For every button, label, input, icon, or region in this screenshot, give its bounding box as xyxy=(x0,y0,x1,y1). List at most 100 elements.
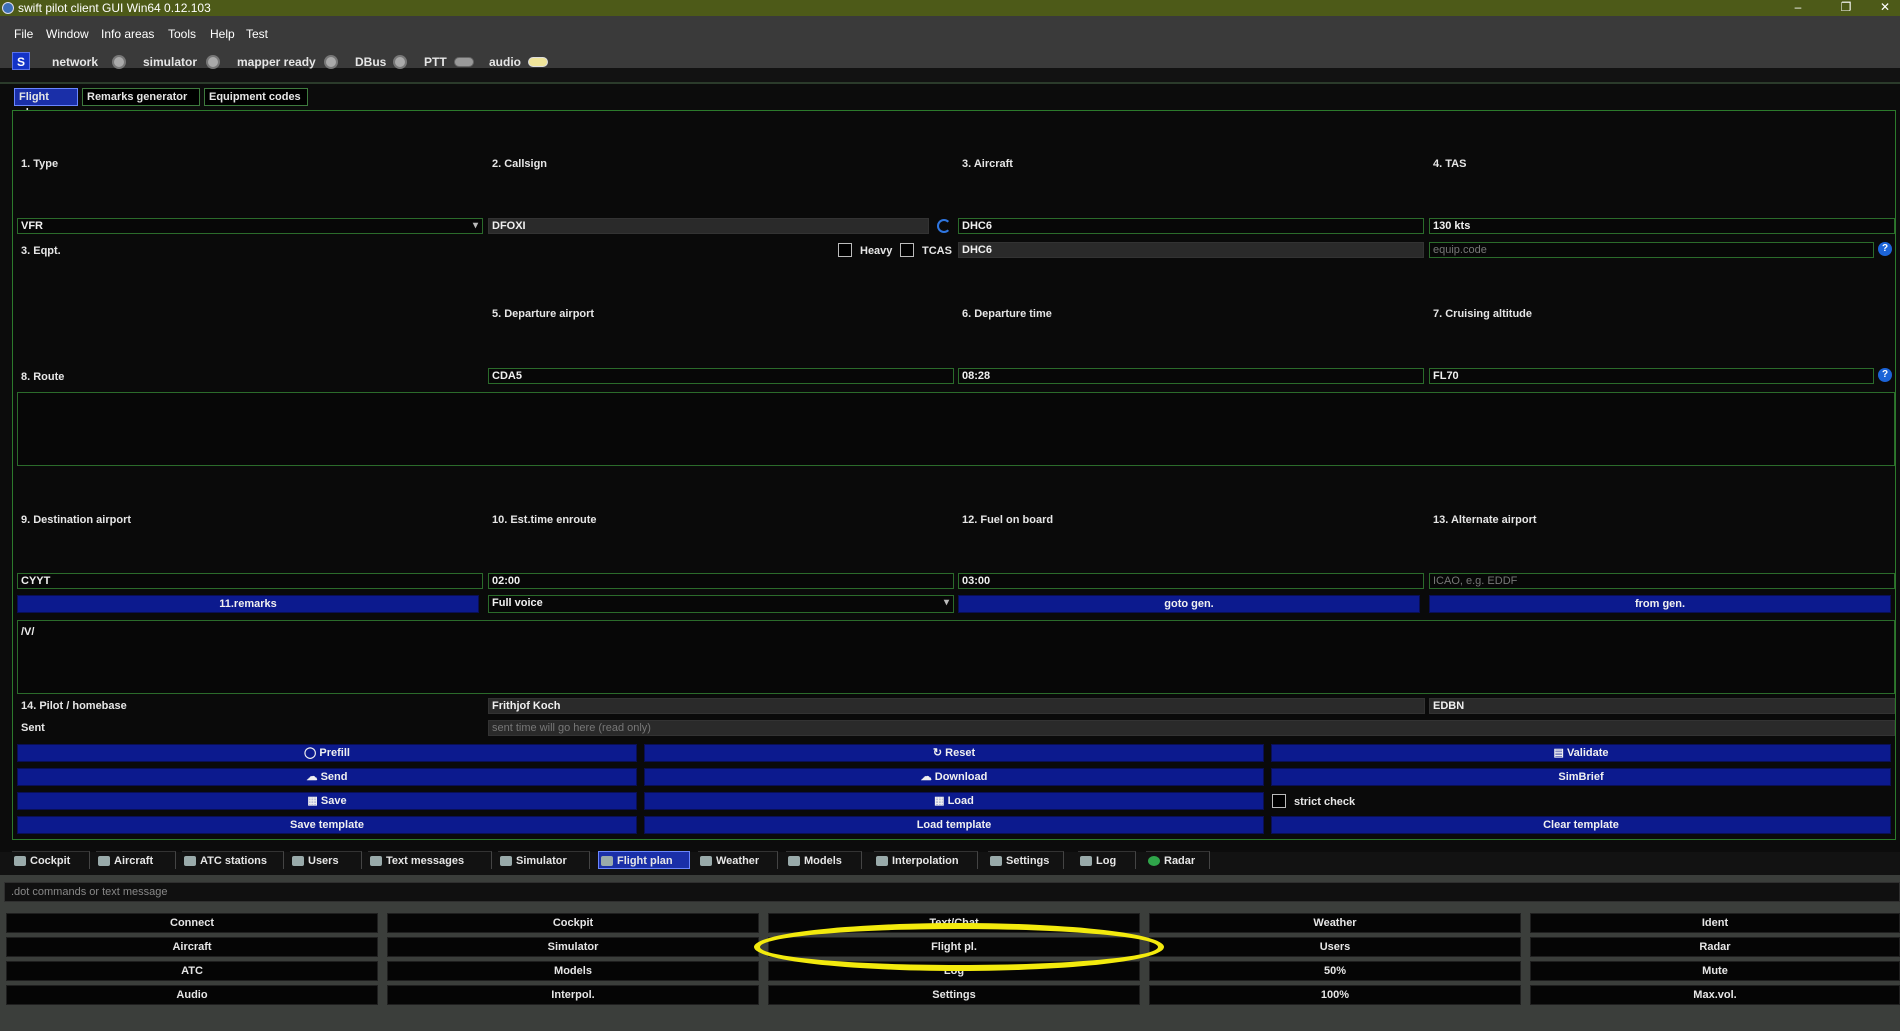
minimize-button[interactable]: – xyxy=(1778,0,1818,16)
tab-aircraft[interactable]: Aircraft xyxy=(96,851,176,869)
aircraft-icon xyxy=(98,856,110,867)
users-button[interactable]: Users xyxy=(1149,937,1521,957)
aircraft-button[interactable]: Aircraft xyxy=(6,937,378,957)
send-button[interactable]: ☁ Send xyxy=(17,768,637,786)
altitude-input[interactable]: FL70 xyxy=(1429,368,1874,384)
heavy-label: Heavy xyxy=(860,245,893,257)
fuel-input[interactable]: 03:00 xyxy=(958,573,1424,589)
departure-time-input[interactable]: 08:28 xyxy=(958,368,1424,384)
volume-100-button[interactable]: 100% xyxy=(1149,985,1521,1005)
menu-info-areas[interactable]: Info areas xyxy=(101,27,154,41)
restore-button[interactable]: ❐ xyxy=(1826,0,1866,16)
tab-equipment-codes[interactable]: Equipment codes xyxy=(204,88,308,106)
connect-button[interactable]: Connect xyxy=(6,913,378,933)
interpolation-icon xyxy=(876,856,888,867)
flight-plan-icon xyxy=(601,856,613,867)
tab-text-messages-label: Text messages xyxy=(386,855,465,867)
tab-settings[interactable]: Settings xyxy=(988,851,1064,869)
menu-window[interactable]: Window xyxy=(46,27,89,41)
strict-check-checkbox[interactable] xyxy=(1272,794,1286,808)
voice-select[interactable]: Full voice xyxy=(488,595,954,613)
tab-atc-stations[interactable]: ATC stations xyxy=(182,851,284,869)
eqpt-label: 3. Eqpt. xyxy=(21,245,61,257)
interpolation-button[interactable]: Interpol. xyxy=(387,985,759,1005)
ete-input[interactable]: 02:00 xyxy=(488,573,954,589)
sent-time-input: sent time will go here (read only) xyxy=(488,720,1895,736)
tcas-checkbox[interactable] xyxy=(900,243,914,257)
pilot-input[interactable]: Frithjof Koch xyxy=(488,698,1425,714)
menu-tools[interactable]: Tools xyxy=(168,27,196,41)
type-select[interactable]: VFR xyxy=(17,218,483,234)
departure-time-label: 6. Departure time xyxy=(962,308,1052,320)
load-template-button[interactable]: Load template xyxy=(644,816,1264,834)
heavy-checkbox[interactable] xyxy=(838,243,852,257)
tab-text-messages[interactable]: Text messages xyxy=(368,851,492,869)
fuel-label: 12. Fuel on board xyxy=(962,514,1054,526)
tab-interpolation-label: Interpolation xyxy=(892,855,959,867)
reset-button[interactable]: ↻ Reset xyxy=(644,744,1264,762)
save-template-button[interactable]: Save template xyxy=(17,816,637,834)
tab-weather[interactable]: Weather xyxy=(698,851,778,869)
equip-help-icon[interactable]: ? xyxy=(1878,242,1892,256)
tab-radar[interactable]: Radar xyxy=(1146,851,1210,869)
simulator-button[interactable]: Simulator xyxy=(387,937,759,957)
aircraft-label: 3. Aircraft xyxy=(962,158,1013,170)
tab-simulator-label: Simulator xyxy=(516,855,567,867)
remarks-button[interactable]: 11.remarks xyxy=(17,595,479,613)
departure-input[interactable]: CDA5 xyxy=(488,368,954,384)
altitude-help-icon[interactable]: ? xyxy=(1878,368,1892,382)
load-button[interactable]: ▦ Load xyxy=(644,792,1264,810)
cockpit-button[interactable]: Cockpit xyxy=(387,913,759,933)
equip-code-input[interactable]: equip.code xyxy=(1429,242,1874,258)
mute-button[interactable]: Mute xyxy=(1530,961,1900,981)
ident-button[interactable]: Ident xyxy=(1530,913,1900,933)
volume-50-button[interactable]: 50% xyxy=(1149,961,1521,981)
callsign-label: 2. Callsign xyxy=(492,158,548,170)
destination-input[interactable]: CYYT xyxy=(17,573,483,589)
command-input[interactable]: .dot commands or text message xyxy=(4,882,1900,902)
menu-file[interactable]: File xyxy=(14,27,33,41)
models-button[interactable]: Models xyxy=(387,961,759,981)
status-ptt-label: PTT xyxy=(424,55,447,69)
tab-users[interactable]: Users xyxy=(290,851,362,869)
tab-flight-plan[interactable]: Flight plan xyxy=(14,88,78,119)
tab-cockpit[interactable]: Cockpit xyxy=(12,851,90,869)
route-textarea[interactable] xyxy=(17,392,1895,466)
swift-logo-icon: S xyxy=(12,52,30,70)
models-icon xyxy=(788,856,800,867)
tab-log[interactable]: Log xyxy=(1078,851,1136,869)
weather-button[interactable]: Weather xyxy=(1149,913,1521,933)
tas-input[interactable]: 130 kts xyxy=(1429,218,1895,234)
tab-simulator[interactable]: Simulator xyxy=(498,851,590,869)
remarks-textarea[interactable]: /V/ xyxy=(17,620,1895,694)
callsign-input[interactable]: DFOXI xyxy=(488,218,929,234)
menu-test[interactable]: Test xyxy=(246,27,268,41)
refresh-icon[interactable] xyxy=(937,219,951,233)
download-button[interactable]: ☁ Download xyxy=(644,768,1264,786)
radar-button[interactable]: Radar xyxy=(1530,937,1900,957)
audio-button[interactable]: Audio xyxy=(6,985,378,1005)
tab-flight-plan-bottom[interactable]: Flight plan xyxy=(598,851,690,869)
tab-interpolation[interactable]: Interpolation xyxy=(874,851,978,869)
settings-button[interactable]: Settings xyxy=(768,985,1140,1005)
menu-help[interactable]: Help xyxy=(210,27,235,41)
save-button[interactable]: ▦ Save xyxy=(17,792,637,810)
aircraft-input[interactable]: DHC6 xyxy=(958,218,1424,234)
validate-button[interactable]: ▤ Validate xyxy=(1271,744,1891,762)
alternate-input[interactable]: ICAO, e.g. EDDF xyxy=(1429,573,1895,589)
prefill-button[interactable]: ◯ Prefill xyxy=(17,744,637,762)
radar-icon xyxy=(1148,856,1160,867)
homebase-input[interactable]: EDBN xyxy=(1429,698,1895,714)
close-button[interactable]: ✕ xyxy=(1870,0,1900,16)
goto-gen-button[interactable]: goto gen. xyxy=(958,595,1420,613)
simbrief-button[interactable]: SimBrief xyxy=(1271,768,1891,786)
tab-models[interactable]: Models xyxy=(786,851,862,869)
max-volume-button[interactable]: Max.vol. xyxy=(1530,985,1900,1005)
atc-button[interactable]: ATC xyxy=(6,961,378,981)
validate-label: Validate xyxy=(1566,747,1609,759)
tab-remarks-generator[interactable]: Remarks generator xyxy=(82,88,200,106)
from-gen-button[interactable]: from gen. xyxy=(1429,595,1891,613)
type-label: 1. Type xyxy=(21,158,59,170)
eqpt-input[interactable]: DHC6 xyxy=(958,242,1424,258)
clear-template-button[interactable]: Clear template xyxy=(1271,816,1891,834)
